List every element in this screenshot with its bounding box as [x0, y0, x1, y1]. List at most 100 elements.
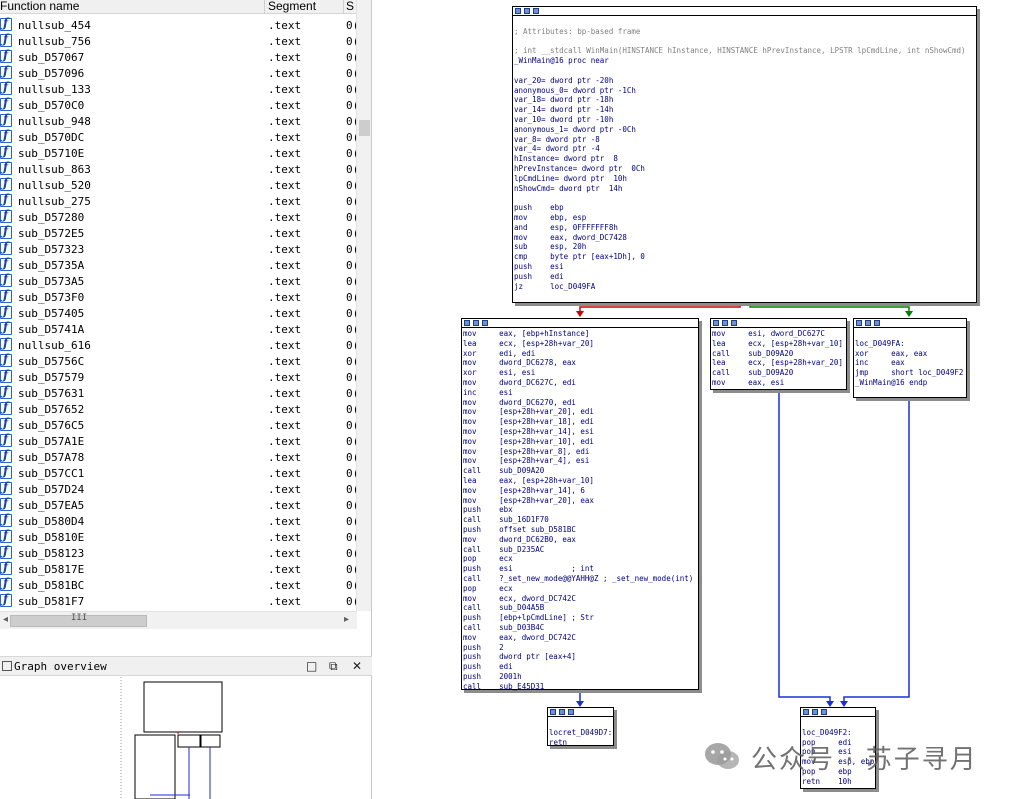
column-header-function-name[interactable]: Function name [0, 0, 79, 13]
code-line[interactable]: mov [esp+28h+var_10], edi [463, 437, 697, 447]
function-row[interactable]: sub_D570DC.text0( [0, 128, 357, 145]
code-line[interactable]: jz loc_D049FA [514, 282, 975, 292]
column-header-segment[interactable]: Segment [268, 0, 316, 13]
vertical-scrollbar[interactable] [356, 0, 371, 611]
code-line[interactable] [514, 37, 975, 47]
code-line[interactable]: ; Attributes: bp-based frame [514, 27, 975, 37]
code-line[interactable]: push [ebp+lpCmdLine] ; Str [463, 613, 697, 623]
scrollbar-thumb[interactable]: III [10, 613, 147, 627]
function-row[interactable]: sub_D5810E.text0( [0, 528, 357, 545]
function-row[interactable]: sub_D57D24.text0( [0, 480, 357, 497]
code-line[interactable]: mov [esp+28h+var_4], esi [463, 456, 697, 466]
code-line[interactable]: lea ecx, [esp+28h+var_20] [712, 358, 845, 368]
code-line[interactable]: pop ecx [463, 554, 697, 564]
function-row[interactable]: nullsub_863.text0( [0, 160, 357, 177]
code-line[interactable]: xor eax, eax [855, 349, 965, 359]
code-line[interactable]: pop ecx [463, 584, 697, 594]
code-line[interactable]: lpCmdLine= dword ptr 10h [514, 174, 975, 184]
code-line[interactable]: push 2001h [463, 672, 697, 682]
scroll-left-arrow-icon[interactable]: ◂ [3, 614, 8, 625]
code-line[interactable]: jmp short loc_D049F2 [855, 368, 965, 378]
code-line[interactable]: mov [esp+28h+var_8], edi [463, 447, 697, 457]
block-color-icon[interactable] [515, 8, 521, 14]
function-row[interactable]: sub_D57405.text0( [0, 304, 357, 321]
block-collapse-icon[interactable] [568, 709, 574, 715]
code-line[interactable]: mov eax, [ebp+hInstance] [463, 329, 697, 339]
code-line[interactable]: locret_D049D7: [549, 728, 612, 738]
code-block-locret-d049d7[interactable]: locret_D049D7: retn [547, 707, 614, 748]
code-line[interactable]: mov [esp+28h+var_14], esi [463, 427, 697, 437]
code-line[interactable]: call sub_D03B4C [463, 623, 697, 633]
code-line[interactable]: push ebx [463, 505, 697, 515]
function-row[interactable]: sub_D57579.text0( [0, 368, 357, 385]
code-line[interactable]: mov eax, dword_DC7428 [514, 233, 975, 243]
code-line[interactable]: var_4= dword ptr -4 [514, 144, 975, 154]
function-row[interactable]: sub_D58123.text0( [0, 544, 357, 561]
function-row[interactable]: nullsub_948.text0( [0, 112, 357, 129]
code-line[interactable] [514, 193, 975, 203]
code-line[interactable]: call sub_D04A5B [463, 603, 697, 613]
code-line[interactable]: mov [esp+28h+var_18], edi [463, 417, 697, 427]
code-line[interactable] [549, 718, 612, 728]
function-row[interactable]: sub_D5817E.text0( [0, 560, 357, 577]
code-line[interactable]: inc eax [855, 358, 965, 368]
code-line[interactable]: lea eax, [esp+28h+var_10] [463, 476, 697, 486]
code-line[interactable]: xor esi, esi [463, 368, 697, 378]
function-row[interactable]: sub_D57096.text0( [0, 64, 357, 81]
code-line[interactable]: mov dword_DC6270, edi [463, 398, 697, 408]
function-row[interactable]: sub_D5735A.text0( [0, 256, 357, 273]
function-row[interactable]: nullsub_133.text0( [0, 80, 357, 97]
graph-overview-canvas[interactable] [0, 677, 372, 799]
code-line[interactable]: call ?_set_new_mode@@YAHH@Z ; _set_new_m… [463, 574, 697, 584]
block-color-icon[interactable] [550, 709, 556, 715]
block-graph-icon[interactable] [722, 320, 728, 326]
code-line[interactable]: _WinMain@16 endp [855, 378, 965, 388]
function-row[interactable]: sub_D57CC1.text0( [0, 464, 357, 481]
code-line[interactable]: push esi [514, 262, 975, 272]
function-row[interactable]: sub_D57652.text0( [0, 400, 357, 417]
scrollbar-thumb[interactable] [359, 120, 370, 136]
code-line[interactable]: mov [esp+28h+var_20], eax [463, 496, 697, 506]
code-line[interactable]: loc_D049FA: [855, 339, 965, 349]
block-graph-icon[interactable] [524, 8, 530, 14]
code-line[interactable]: mov eax, esi [712, 378, 845, 388]
function-row[interactable]: sub_D57A78.text0( [0, 448, 357, 465]
restore-button[interactable]: ⧉ [329, 659, 338, 674]
scroll-right-arrow-icon[interactable]: ▸ [344, 614, 349, 625]
code-line[interactable]: var_20= dword ptr -20h [514, 76, 975, 86]
code-line[interactable]: _WinMain@16 proc near [514, 56, 975, 66]
code-line[interactable]: push 2 [463, 643, 697, 653]
block-collapse-icon[interactable] [482, 320, 488, 326]
column-divider[interactable] [264, 0, 265, 14]
code-line[interactable]: call sub_D09A20 [463, 466, 697, 476]
code-line[interactable] [514, 17, 975, 27]
code-line[interactable]: push ebp [514, 203, 975, 213]
code-line[interactable]: mov ebp, esp [514, 213, 975, 223]
function-row[interactable]: sub_D5741A.text0( [0, 320, 357, 337]
block-collapse-icon[interactable] [874, 320, 880, 326]
code-line[interactable]: mov eax, dword_DC742C [463, 633, 697, 643]
function-row[interactable]: nullsub_454.text0( [0, 17, 357, 33]
code-block-winmain-entry[interactable]: ; Attributes: bp-based frame ; int __std… [512, 6, 977, 303]
code-block-cleanup[interactable]: mov esi, dword_DC627Clea ecx, [esp+28h+v… [710, 318, 847, 390]
function-row[interactable]: sub_D57EA5.text0( [0, 496, 357, 513]
code-line[interactable]: anonymous_1= dword ptr -0Ch [514, 125, 975, 135]
code-line[interactable]: var_14= dword ptr -14h [514, 105, 975, 115]
horizontal-scrollbar[interactable]: ◂ III ▸ [0, 611, 357, 629]
code-line[interactable]: push edi [514, 272, 975, 282]
code-line[interactable]: call sub_D09A20 [712, 368, 845, 378]
block-collapse-icon[interactable] [533, 8, 539, 14]
function-row[interactable]: sub_D57280.text0( [0, 208, 357, 225]
column-divider[interactable] [343, 0, 344, 14]
code-line[interactable]: push esi ; int [463, 564, 697, 574]
code-line[interactable]: mov dword_DC6278, eax [463, 358, 697, 368]
code-block-init[interactable]: mov eax, [ebp+hInstance] lea ecx, [esp+28… [461, 318, 699, 691]
code-line[interactable]: mov ecx, dword_DC742C [463, 594, 697, 604]
code-line[interactable] [855, 329, 965, 339]
code-line[interactable]: mov esi, dword_DC627C [712, 329, 845, 339]
code-line[interactable]: hInstance= dword ptr 8 [514, 154, 975, 164]
graph-view[interactable]: ; Attributes: bp-based frame ; int __std… [374, 0, 1014, 799]
block-color-icon[interactable] [803, 709, 809, 715]
function-row[interactable]: sub_D570C0.text0( [0, 96, 357, 113]
code-line[interactable]: retn [549, 738, 612, 748]
